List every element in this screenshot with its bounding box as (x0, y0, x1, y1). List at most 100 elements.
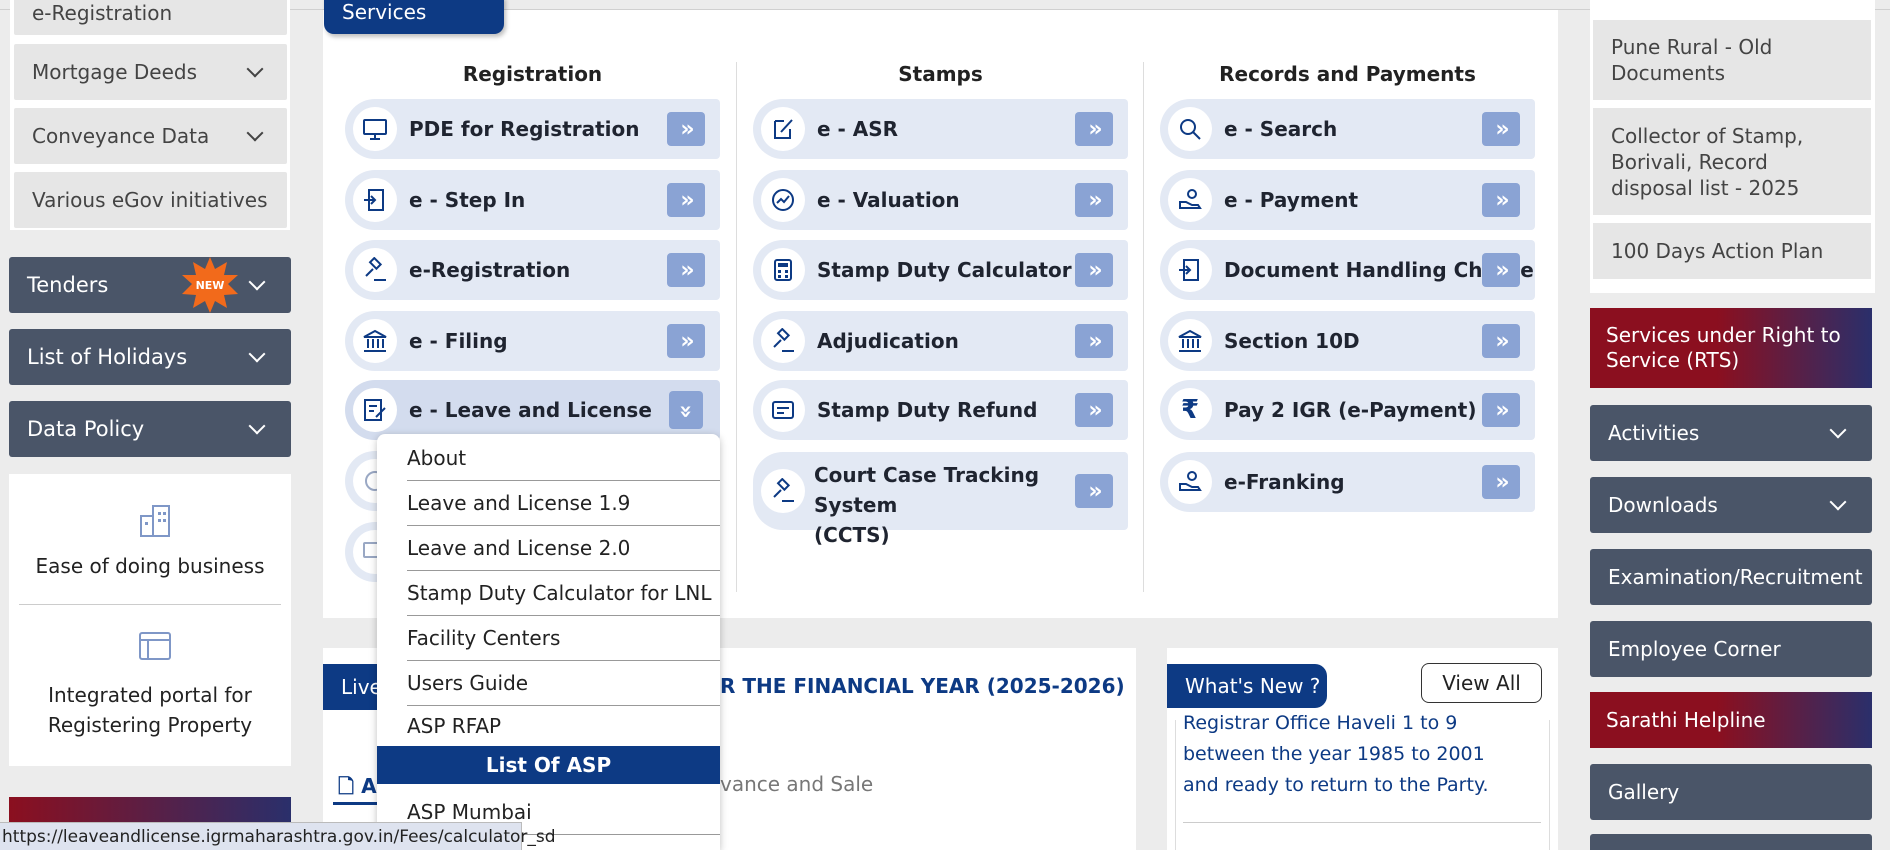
service-stamp-duty-refund[interactable]: Stamp Duty Refund » (753, 380, 1128, 440)
new-badge-icon: NEW (182, 257, 238, 313)
service-e-asr[interactable]: e - ASR » (753, 99, 1128, 159)
service-document-handling-charge[interactable]: Document Handling Charge » (1160, 240, 1535, 300)
service-e-step-in[interactable]: e - Step In » (345, 170, 720, 230)
right-item-pune-rural[interactable]: Pune Rural - Old Documents (1593, 20, 1871, 100)
double-chevron-right-icon[interactable]: » (1482, 465, 1520, 499)
service-e-franking[interactable]: e-Franking » (1160, 452, 1535, 512)
dropdown-item-asp-rfap[interactable]: ASP RFAP (407, 704, 720, 749)
service-label-line2: (CCTS) (814, 523, 890, 547)
downloads-button[interactable]: Downloads (1590, 477, 1872, 533)
service-ccts[interactable]: Court Case Tracking System (CCTS) » (753, 452, 1128, 547)
service-label: e-Registration (409, 258, 571, 282)
gavel-icon (353, 248, 397, 292)
dropdown-item-lnl-2-0[interactable]: Leave and License 2.0 (407, 526, 720, 571)
ease-of-business-link[interactable]: Ease of doing business (9, 551, 291, 581)
menu-item-label: Mortgage Deeds (32, 60, 197, 84)
divider (19, 604, 281, 605)
service-label: e - Filing (409, 329, 508, 353)
building-icon[interactable] (137, 502, 173, 538)
service-e-leave-license[interactable]: e - Leave and License » (345, 380, 720, 440)
service-label-line1: Court Case Tracking System (814, 463, 1040, 517)
dropdown-item-facility-centers[interactable]: Facility Centers (407, 616, 720, 661)
double-chevron-right-icon[interactable]: » (1075, 324, 1113, 358)
left-menu-item-e-registration[interactable]: e-Registration (14, 0, 287, 35)
service-e-valuation[interactable]: e - Valuation » (753, 170, 1128, 230)
live-title: R THE FINANCIAL YEAR (2025-2026) (720, 674, 1125, 698)
double-chevron-right-icon[interactable]: » (1482, 112, 1520, 146)
stamps-heading: Stamps (898, 62, 983, 86)
live-tab-item[interactable]: 🗋 A (338, 772, 377, 806)
double-chevron-right-icon[interactable]: » (1482, 183, 1520, 217)
double-chevron-right-icon[interactable]: » (1482, 393, 1520, 427)
double-chevron-right-icon[interactable]: » (1075, 393, 1113, 427)
double-chevron-right-icon[interactable]: » (1482, 253, 1520, 287)
quick-links-card: Ease of doing business Integrated portal… (9, 474, 291, 766)
service-label: Section 10D (1224, 329, 1360, 353)
double-chevron-right-icon[interactable]: » (1075, 253, 1113, 287)
double-chevron-right-icon[interactable]: » (667, 324, 705, 358)
service-label: Stamp Duty Calculator (817, 258, 1072, 282)
double-chevron-right-icon[interactable]: » (667, 183, 705, 217)
service-adjudication[interactable]: Adjudication » (753, 311, 1128, 371)
status-bar-url: https://leaveandlicense.igrmaharashtra.g… (0, 822, 556, 850)
employee-corner-button[interactable]: Employee Corner (1590, 621, 1872, 677)
gavel-icon (761, 469, 805, 513)
active-tab-underline (333, 802, 377, 805)
chevron-down-icon (246, 60, 264, 78)
column-divider (736, 62, 737, 592)
menu-item-label: Conveyance Data (32, 124, 210, 148)
double-chevron-right-icon[interactable]: » (1075, 112, 1113, 146)
activities-button[interactable]: Activities (1590, 405, 1872, 461)
tenders-button[interactable]: Tenders NEW (9, 257, 291, 313)
registration-heading: Registration (462, 62, 603, 86)
live-tab[interactable]: Live (323, 664, 383, 710)
gavel-icon (761, 319, 805, 363)
left-menu-item-mortgage-deeds[interactable]: Mortgage Deeds (14, 44, 287, 100)
hand-coin-icon (1168, 178, 1212, 222)
holidays-button[interactable]: List of Holidays (9, 329, 291, 385)
service-e-registration[interactable]: e-Registration » (345, 240, 720, 300)
double-chevron-right-icon[interactable]: » (1075, 183, 1113, 217)
list-of-asp-heading: List Of ASP (377, 746, 720, 784)
double-chevron-right-icon[interactable]: » (1075, 474, 1113, 508)
service-pde-registration[interactable]: PDE for Registration » (345, 99, 720, 159)
right-item-100-days[interactable]: 100 Days Action Plan (1593, 223, 1871, 279)
dropdown-item-about[interactable]: About (407, 436, 720, 481)
browser-window-icon[interactable] (137, 628, 173, 664)
dropdown-item-users-guide[interactable]: Users Guide (407, 661, 720, 706)
rts-button[interactable]: Services under Right to Service (RTS) (1590, 308, 1872, 388)
integrated-portal-line1: Integrated portal for (48, 683, 252, 707)
data-policy-button[interactable]: Data Policy (9, 401, 291, 457)
data-policy-label: Data Policy (27, 417, 145, 441)
activities-label: Activities (1608, 421, 1700, 445)
service-e-filing[interactable]: e - Filing » (345, 311, 720, 371)
service-label: e - Search (1224, 117, 1338, 141)
double-chevron-right-icon[interactable]: » (667, 112, 705, 146)
whats-new-item-text[interactable]: Registrar Office Haveli 1 to 9 between t… (1183, 708, 1523, 801)
integrated-portal-link[interactable]: Integrated portal for Registering Proper… (9, 680, 291, 740)
left-menu-item-conveyance-data[interactable]: Conveyance Data (14, 108, 287, 164)
service-e-payment[interactable]: e - Payment » (1160, 170, 1535, 230)
double-chevron-down-icon[interactable]: » (669, 391, 703, 429)
live-tab-item-label: A (361, 774, 377, 798)
sarathi-helpline-button[interactable]: Sarathi Helpline (1590, 692, 1872, 748)
double-chevron-right-icon[interactable]: » (667, 253, 705, 287)
edit-document-icon (353, 388, 397, 432)
examination-button[interactable]: Examination/Recruitment (1590, 549, 1872, 605)
dropdown-item-lnl-1-9[interactable]: Leave and License 1.9 (407, 481, 720, 526)
gallery-button[interactable]: Gallery (1590, 764, 1872, 820)
service-e-search[interactable]: e - Search » (1160, 99, 1535, 159)
menu-item-label: e-Registration (32, 0, 173, 25)
double-chevron-right-icon[interactable]: » (1482, 324, 1520, 358)
left-menu-item-various-egov[interactable]: Various eGov initiatives (14, 172, 287, 228)
view-all-button[interactable]: View All (1421, 663, 1542, 703)
service-pay-2-igr[interactable]: ₹ Pay 2 IGR (e-Payment) » (1160, 380, 1535, 440)
right-item-collector-borivali[interactable]: Collector of Stamp, Borivali, Record dis… (1593, 108, 1871, 215)
menu-item-label: Various eGov initiatives (32, 188, 268, 212)
right-menu-next-item[interactable] (1590, 834, 1872, 850)
service-section-10d[interactable]: Section 10D » (1160, 311, 1535, 371)
service-stamp-duty-calculator[interactable]: Stamp Duty Calculator » (753, 240, 1128, 300)
chevron-down-icon (248, 417, 266, 435)
dropdown-item-stamp-duty-calc-lnl[interactable]: Stamp Duty Calculator for LNL (407, 571, 720, 616)
chevron-down-icon (246, 124, 264, 142)
